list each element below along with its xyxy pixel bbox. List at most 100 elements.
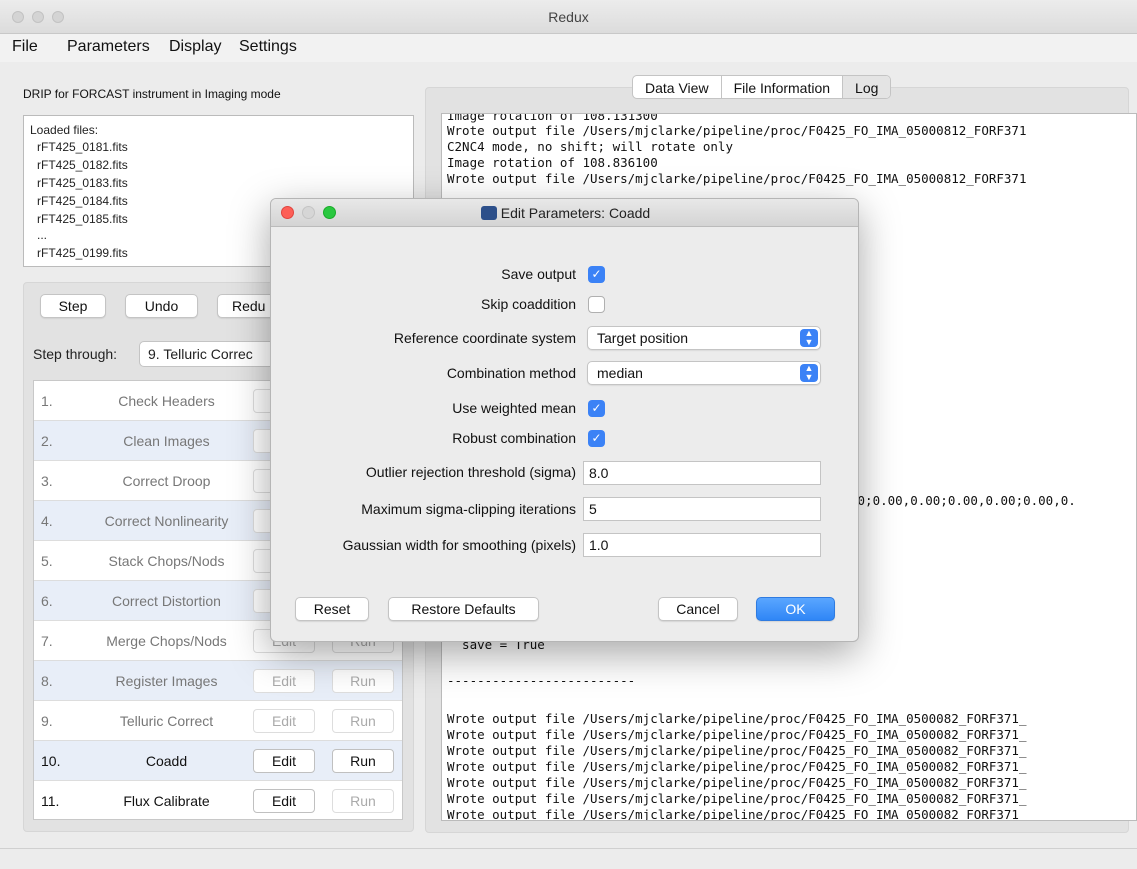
- gaussian-width-field[interactable]: 1.0: [583, 533, 821, 557]
- step-name: Telluric Correct: [119, 713, 214, 729]
- step-number: 4.: [41, 513, 53, 529]
- loaded-files-header: Loaded files:: [30, 123, 99, 137]
- step-name: Correct Nonlinearity: [104, 513, 229, 529]
- reference-coordinate-label: Reference coordinate system: [393, 330, 576, 346]
- menu-bar: File Parameters Display Settings: [0, 34, 1137, 62]
- menu-display[interactable]: Display: [169, 38, 221, 56]
- reference-coordinate-value: Target position: [597, 330, 689, 346]
- step-row: 11. Flux Calibrate Edit Run: [34, 781, 402, 819]
- log-line: Wrote output file /Users/mjclarke/pipeli…: [447, 171, 1027, 186]
- step-number: 11.: [41, 793, 60, 809]
- step-run-button[interactable]: Run: [332, 789, 394, 813]
- step-run-button[interactable]: Run: [332, 709, 394, 733]
- menu-settings[interactable]: Settings: [239, 38, 297, 56]
- weighted-mean-checkbox[interactable]: ✓: [588, 400, 605, 417]
- log-line: Wrote output file /Users/mjclarke/pipeli…: [447, 807, 1027, 821]
- robust-combination-label: Robust combination: [452, 430, 576, 446]
- log-line: Wrote output file /Users/mjclarke/pipeli…: [447, 711, 1027, 726]
- file-item: rFT425_0184.fits: [37, 194, 128, 208]
- ok-button[interactable]: OK: [756, 597, 835, 621]
- file-item: rFT425_0183.fits: [37, 176, 128, 190]
- file-item: rFT425_0199.fits: [37, 246, 128, 260]
- dialog-titlebar: Edit Parameters: Coadd: [271, 199, 858, 227]
- step-name: Coadd: [145, 753, 188, 769]
- menu-parameters[interactable]: Parameters: [67, 38, 150, 56]
- step-number: 10.: [41, 753, 61, 769]
- log-line: 00;0.00,0.00;0.00,0.00;0.00,0.: [850, 493, 1076, 508]
- log-line: Wrote output file /Users/mjclarke/pipeli…: [447, 791, 1027, 806]
- step-name: Merge Chops/Nods: [106, 633, 227, 649]
- combination-method-label: Combination method: [446, 365, 576, 381]
- step-button[interactable]: Step: [40, 294, 106, 318]
- step-through-label: Step through:: [33, 346, 118, 362]
- tab-log[interactable]: Log: [843, 76, 891, 98]
- step-run-button[interactable]: Run: [332, 669, 394, 693]
- log-line: Wrote output file /Users/mjclarke/pipeli…: [447, 759, 1027, 774]
- window-titlebar: Redux: [0, 0, 1137, 34]
- max-iterations-label: Maximum sigma-clipping iterations: [361, 501, 576, 517]
- menu-file[interactable]: File: [12, 38, 38, 56]
- save-output-checkbox[interactable]: ✓: [588, 266, 605, 283]
- reset-button[interactable]: Reset: [295, 597, 369, 621]
- step-edit-button[interactable]: Edit: [253, 789, 315, 813]
- log-line: C2NC4 mode, no shift; will rotate only: [447, 139, 733, 154]
- step-number: 3.: [41, 473, 53, 489]
- tab-data-view[interactable]: Data View: [633, 76, 722, 98]
- step-row: 8. Register Images Edit Run: [34, 661, 402, 701]
- view-tabs: Data View File Information Log: [632, 75, 892, 99]
- step-name: Register Images: [115, 673, 218, 689]
- combination-method-select[interactable]: median ▲ ▼: [587, 361, 821, 385]
- outlier-threshold-label: Outlier rejection threshold (sigma): [365, 464, 576, 480]
- file-item: rFT425_0185.fits: [37, 212, 128, 226]
- edit-parameters-dialog: Edit Parameters: Coadd Save output ✓ Ski…: [270, 198, 859, 642]
- app-icon: [480, 206, 497, 220]
- max-iterations-field[interactable]: 5: [583, 497, 821, 521]
- dialog-title: Edit Parameters: Coadd: [271, 205, 858, 221]
- gaussian-width-label: Gaussian width for smoothing (pixels): [342, 537, 576, 553]
- outlier-threshold-field[interactable]: 8.0: [583, 461, 821, 485]
- step-name: Stack Chops/Nods: [108, 553, 225, 569]
- cancel-button[interactable]: Cancel: [658, 597, 738, 621]
- log-line: Wrote output file /Users/mjclarke/pipeli…: [447, 727, 1027, 742]
- log-line: Wrote output file /Users/mjclarke/pipeli…: [447, 775, 1027, 790]
- file-item: ...: [37, 228, 48, 242]
- dialog-title-text: Edit Parameters: Coadd: [500, 205, 651, 221]
- skip-coaddition-checkbox[interactable]: ✓: [588, 296, 605, 313]
- undo-button[interactable]: Undo: [125, 294, 198, 318]
- step-number: 5.: [41, 553, 53, 569]
- weighted-mean-label: Use weighted mean: [452, 400, 576, 416]
- step-edit-button[interactable]: Edit: [253, 669, 315, 693]
- step-edit-button[interactable]: Edit: [253, 749, 315, 773]
- file-item: rFT425_0182.fits: [37, 158, 128, 172]
- robust-combination-checkbox[interactable]: ✓: [588, 430, 605, 447]
- step-number: 6.: [41, 593, 53, 609]
- step-row: 9. Telluric Correct Edit Run: [34, 701, 402, 741]
- step-edit-button[interactable]: Edit: [253, 709, 315, 733]
- step-number: 1.: [41, 393, 53, 409]
- step-run-button[interactable]: Run: [332, 749, 394, 773]
- reference-coordinate-select[interactable]: Target position ▲ ▼: [587, 326, 821, 350]
- step-number: 8.: [41, 673, 53, 689]
- log-line: Image rotation of 108.836100: [447, 155, 658, 170]
- combination-method-value: median: [597, 365, 643, 381]
- save-output-label: Save output: [501, 266, 576, 282]
- log-line: Wrote output file /Users/mjclarke/pipeli…: [447, 743, 1027, 758]
- restore-defaults-button[interactable]: Restore Defaults: [388, 597, 539, 621]
- step-name: Check Headers: [118, 393, 215, 409]
- log-line: Wrote output file /Users/mjclarke/pipeli…: [447, 123, 1027, 138]
- window-title: Redux: [548, 9, 589, 25]
- step-name: Clean Images: [123, 433, 210, 449]
- file-item: rFT425_0181.fits: [37, 140, 128, 154]
- step-name: Correct Distortion: [112, 593, 221, 609]
- tab-file-information[interactable]: File Information: [722, 76, 844, 98]
- chevron-updown-icon: ▲ ▼: [800, 364, 818, 382]
- step-name: Correct Droop: [122, 473, 211, 489]
- log-line: Image rotation of 108.131300: [447, 113, 658, 123]
- log-line: -------------------------: [447, 673, 636, 688]
- step-row: 10. Coadd Edit Run: [34, 741, 402, 781]
- skip-coaddition-label: Skip coaddition: [481, 296, 576, 312]
- step-number: 9.: [41, 713, 53, 729]
- step-name: Flux Calibrate: [123, 793, 210, 809]
- chevron-updown-icon: ▲ ▼: [800, 329, 818, 347]
- status-bar: [0, 848, 1137, 869]
